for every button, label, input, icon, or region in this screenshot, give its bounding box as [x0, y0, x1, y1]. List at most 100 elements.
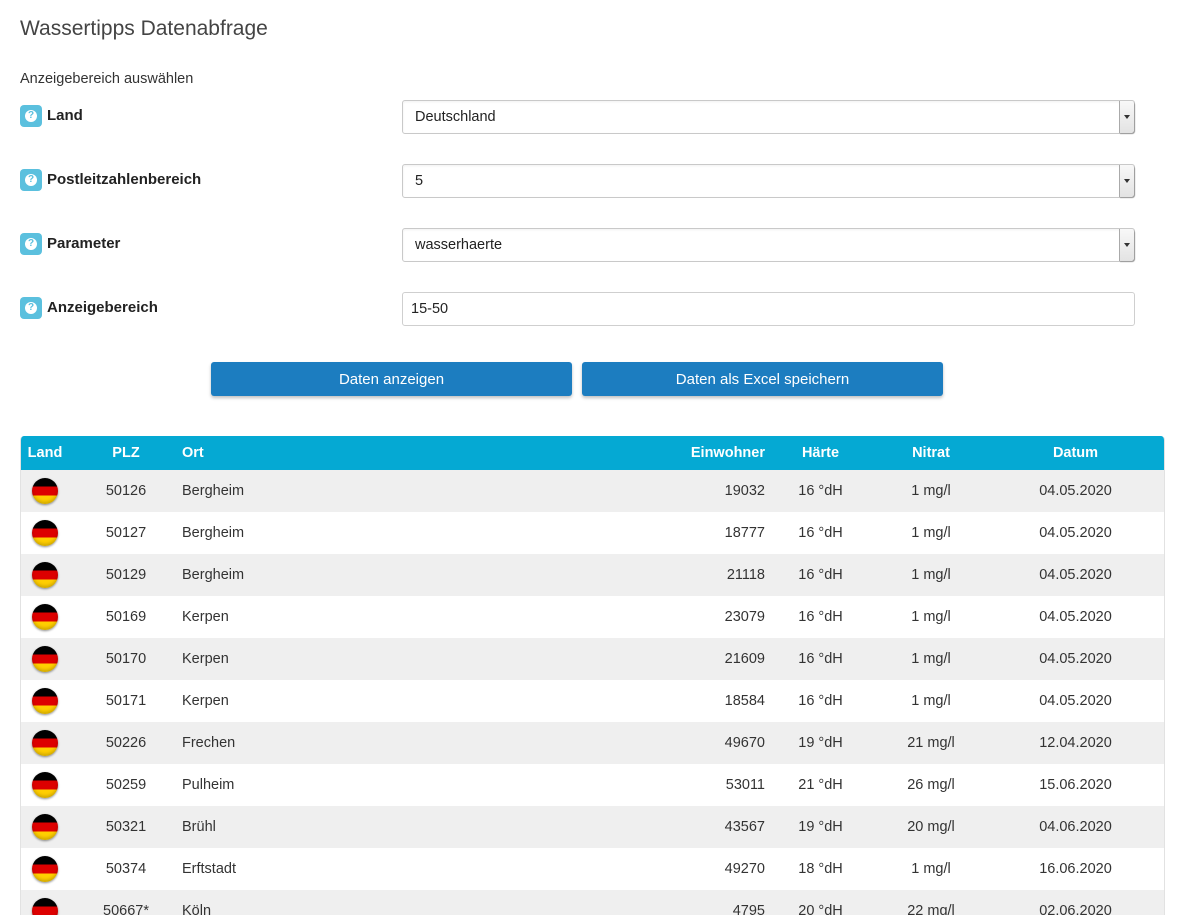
- einwohner-cell: 21609: [632, 638, 765, 680]
- haerte-cell: 16 °dH: [765, 554, 876, 596]
- plz-cell: 50667*: [70, 890, 182, 915]
- plz-cell: 50171: [70, 680, 182, 722]
- land-cell: [21, 596, 70, 638]
- table-row[interactable]: 50127 Bergheim 18777 16 °dH 1 mg/l 04.05.2020: [21, 512, 1164, 554]
- haerte-cell: 16 °dH: [765, 470, 876, 512]
- land-label: Land: [47, 107, 83, 124]
- header-nitrat[interactable]: Nitrat: [876, 436, 986, 470]
- table-row[interactable]: 50169 Kerpen 23079 16 °dH 1 mg/l 04.05.2020: [21, 596, 1164, 638]
- nitrat-cell: 22 mg/l: [876, 890, 986, 915]
- germany-flag-icon: [32, 604, 58, 630]
- show-data-button[interactable]: Daten anzeigen: [211, 362, 572, 396]
- table-row[interactable]: 50321 Brühl 43567 19 °dH 20 mg/l 04.06.2020: [21, 806, 1164, 848]
- header-datum[interactable]: Datum: [986, 436, 1164, 470]
- page-title: Wassertipps Datenabfrage: [20, 17, 268, 40]
- parameter-select[interactable]: wasserhaerte: [402, 228, 1135, 262]
- land-cell: [21, 764, 70, 806]
- germany-flag-icon: [32, 856, 58, 882]
- nitrat-cell: 26 mg/l: [876, 764, 986, 806]
- einwohner-cell: 49670: [632, 722, 765, 764]
- plz-cell: 50169: [70, 596, 182, 638]
- header-einwohner[interactable]: Einwohner: [632, 436, 765, 470]
- datum-cell: 04.05.2020: [986, 680, 1164, 722]
- plz-cell: 50126: [70, 470, 182, 512]
- table-row[interactable]: 50374 Erftstadt 49270 18 °dH 1 mg/l 16.06.202…: [21, 848, 1164, 890]
- haerte-cell: 16 °dH: [765, 638, 876, 680]
- question-icon[interactable]: ?: [20, 297, 42, 319]
- datum-cell: 04.05.2020: [986, 638, 1164, 680]
- ort-cell: Bergheim: [182, 554, 632, 596]
- datum-cell: 04.05.2020: [986, 554, 1164, 596]
- plz-cell: 50226: [70, 722, 182, 764]
- haerte-cell: 19 °dH: [765, 722, 876, 764]
- chevron-down-icon[interactable]: [1119, 165, 1134, 197]
- table-row[interactable]: 50129 Bergheim 21118 16 °dH 1 mg/l 04.05.2020: [21, 554, 1164, 596]
- einwohner-cell: 4795: [632, 890, 765, 915]
- land-cell: [21, 638, 70, 680]
- chevron-down-icon[interactable]: [1119, 101, 1134, 133]
- land-cell: [21, 470, 70, 512]
- question-icon[interactable]: ?: [20, 105, 42, 127]
- datum-cell: 16.06.2020: [986, 848, 1164, 890]
- land-cell: [21, 512, 70, 554]
- datum-cell: 04.05.2020: [986, 470, 1164, 512]
- nitrat-cell: 1 mg/l: [876, 512, 986, 554]
- land-cell: [21, 722, 70, 764]
- germany-flag-icon: [32, 478, 58, 504]
- nitrat-cell: 1 mg/l: [876, 848, 986, 890]
- land-select[interactable]: Deutschland: [402, 100, 1135, 134]
- plz-select[interactable]: 5: [402, 164, 1135, 198]
- table-row[interactable]: 50171 Kerpen 18584 16 °dH 1 mg/l 04.05.2020: [21, 680, 1164, 722]
- table-row[interactable]: 50259 Pulheim 53011 21 °dH 26 mg/l 15.06.2020: [21, 764, 1164, 806]
- question-icon[interactable]: ?: [20, 169, 42, 191]
- excel-export-button[interactable]: Daten als Excel speichern: [582, 362, 943, 396]
- parameter-row: ? Parameter wasserhaerte: [20, 228, 1135, 262]
- einwohner-cell: 18777: [632, 512, 765, 554]
- land-cell: [21, 680, 70, 722]
- plz-cell: 50259: [70, 764, 182, 806]
- section-label: Anzeigebereich auswählen: [20, 71, 194, 87]
- haerte-cell: 16 °dH: [765, 596, 876, 638]
- ort-cell: Köln: [182, 890, 632, 915]
- range-input[interactable]: [402, 292, 1135, 326]
- haerte-cell: 16 °dH: [765, 512, 876, 554]
- question-icon[interactable]: ?: [20, 233, 42, 255]
- table-row[interactable]: 50170 Kerpen 21609 16 °dH 1 mg/l 04.05.2020: [21, 638, 1164, 680]
- einwohner-cell: 19032: [632, 470, 765, 512]
- table-row[interactable]: 50126 Bergheim 19032 16 °dH 1 mg/l 04.05.2020: [21, 470, 1164, 512]
- ort-cell: Bergheim: [182, 512, 632, 554]
- nitrat-cell: 1 mg/l: [876, 470, 986, 512]
- germany-flag-icon: [32, 562, 58, 588]
- land-row: ? Land Deutschland: [20, 100, 1135, 134]
- plz-label: Postleitzahlenbereich: [47, 171, 202, 188]
- nitrat-cell: 21 mg/l: [876, 722, 986, 764]
- ort-cell: Kerpen: [182, 638, 632, 680]
- chevron-down-icon[interactable]: [1119, 229, 1134, 261]
- haerte-cell: 19 °dH: [765, 806, 876, 848]
- germany-flag-icon: [32, 646, 58, 672]
- haerte-cell: 20 °dH: [765, 890, 876, 915]
- einwohner-cell: 18584: [632, 680, 765, 722]
- einwohner-cell: 53011: [632, 764, 765, 806]
- land-cell: [21, 554, 70, 596]
- ort-cell: Erftstadt: [182, 848, 632, 890]
- ort-cell: Kerpen: [182, 596, 632, 638]
- plz-cell: 50321: [70, 806, 182, 848]
- einwohner-cell: 21118: [632, 554, 765, 596]
- plz-cell: 50374: [70, 848, 182, 890]
- datum-cell: 15.06.2020: [986, 764, 1164, 806]
- header-ort[interactable]: Ort: [182, 436, 632, 470]
- datum-cell: 04.06.2020: [986, 806, 1164, 848]
- header-land[interactable]: Land: [21, 436, 70, 470]
- ort-cell: Bergheim: [182, 470, 632, 512]
- range-label: Anzeigebereich: [47, 299, 158, 316]
- table-row[interactable]: 50667* Köln 4795 20 °dH 22 mg/l 02.06.2020: [21, 890, 1164, 915]
- ort-cell: Frechen: [182, 722, 632, 764]
- header-haerte[interactable]: Härte: [765, 436, 876, 470]
- ort-cell: Kerpen: [182, 680, 632, 722]
- header-plz[interactable]: PLZ: [70, 436, 182, 470]
- table-header-row: Land PLZ Ort Einwohner Härte Nitrat Datu…: [21, 436, 1164, 470]
- range-row: ? Anzeigebereich: [20, 292, 1135, 326]
- table-row[interactable]: 50226 Frechen 49670 19 °dH 21 mg/l 12.04.2020: [21, 722, 1164, 764]
- germany-flag-icon: [32, 688, 58, 714]
